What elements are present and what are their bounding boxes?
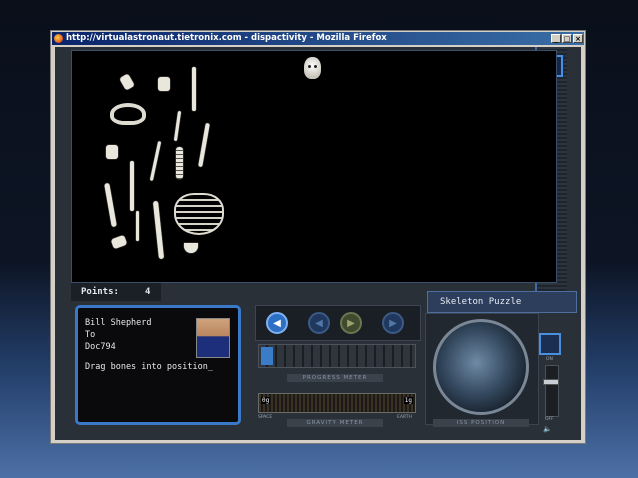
- message-from: Bill Shepherd: [85, 318, 152, 328]
- spine-bone[interactable]: [176, 147, 183, 179]
- slider-knob[interactable]: [543, 379, 559, 385]
- progress-meter: [258, 344, 416, 368]
- firefox-icon: [54, 34, 63, 43]
- window-title: http://virtualastronaut.tietronix.com - …: [66, 33, 387, 43]
- slider-bottom-label: OFF: [545, 417, 554, 422]
- globe-icon: [433, 319, 529, 415]
- avatar: [196, 318, 230, 358]
- femur-bone[interactable]: [152, 200, 165, 260]
- points-label: Points:: [81, 287, 119, 297]
- speaker-icon[interactable]: 🔈: [543, 425, 552, 433]
- back-icon[interactable]: ◀: [308, 312, 330, 334]
- puzzle-title: Skeleton Puzzle: [427, 291, 577, 313]
- minimize-button[interactable]: _: [551, 34, 561, 43]
- message-to: Doc794: [85, 342, 116, 352]
- gravity-label: GRAVITY METER: [287, 419, 383, 427]
- gravity-meter[interactable]: 0g 1g: [258, 393, 416, 413]
- progress-label: PROGRESS METER: [287, 374, 383, 382]
- title-bar: http://virtualastronaut.tietronix.com - …: [52, 32, 584, 45]
- gravity-right-label: EARTH: [397, 415, 412, 420]
- skull-bone[interactable]: [304, 57, 321, 79]
- jaw-bone[interactable]: [184, 243, 198, 253]
- play-icon[interactable]: ▶: [340, 312, 362, 334]
- skeleton-canvas[interactable]: [71, 50, 557, 283]
- forward-icon[interactable]: ▶: [382, 312, 404, 334]
- progress-fill: [261, 347, 273, 365]
- ulna-bone[interactable]: [149, 141, 162, 181]
- radius-bone[interactable]: [173, 110, 182, 142]
- humerus-bone[interactable]: [198, 122, 210, 168]
- ribcage-bone[interactable]: [174, 193, 224, 235]
- pelvis-bone[interactable]: [110, 103, 146, 125]
- foot-bone[interactable]: [110, 234, 128, 250]
- browser-window: http://virtualastronaut.tietronix.com - …: [50, 30, 586, 444]
- fibula-bone[interactable]: [136, 211, 139, 241]
- gravity-left-label: SPACE: [258, 415, 273, 420]
- hand-bone[interactable]: [158, 77, 170, 91]
- playback-controls: ◀ ◀ ▶ ▶: [255, 305, 421, 341]
- hand-bone[interactable]: [119, 73, 135, 91]
- message-text: Drag bones into position_: [85, 362, 213, 372]
- maximize-button[interactable]: □: [562, 34, 572, 43]
- message-panel: Bill Shepherd To Doc794 Drag bones into …: [75, 305, 241, 425]
- gravity-max: 1g: [403, 397, 413, 404]
- game-app: ✋ Points: 4 Skeleton Puzzle Bil: [55, 47, 581, 440]
- points-value: 4: [145, 287, 151, 297]
- rewind-icon[interactable]: ◀: [266, 312, 288, 334]
- gravity-min: 0g: [261, 397, 271, 404]
- message-to-label: To: [85, 330, 96, 340]
- iss-label: ISS POSITION: [433, 419, 529, 427]
- volume-slider[interactable]: [543, 365, 559, 417]
- humerus-bone[interactable]: [192, 67, 196, 111]
- nav-button[interactable]: [539, 333, 561, 355]
- foot-bone[interactable]: [106, 145, 118, 159]
- femur-bone[interactable]: [104, 182, 117, 228]
- tibia-bone[interactable]: [130, 161, 134, 211]
- points-display: Points: 4: [71, 283, 161, 301]
- close-button[interactable]: ×: [573, 34, 583, 43]
- slider-top-label: ON: [546, 357, 553, 362]
